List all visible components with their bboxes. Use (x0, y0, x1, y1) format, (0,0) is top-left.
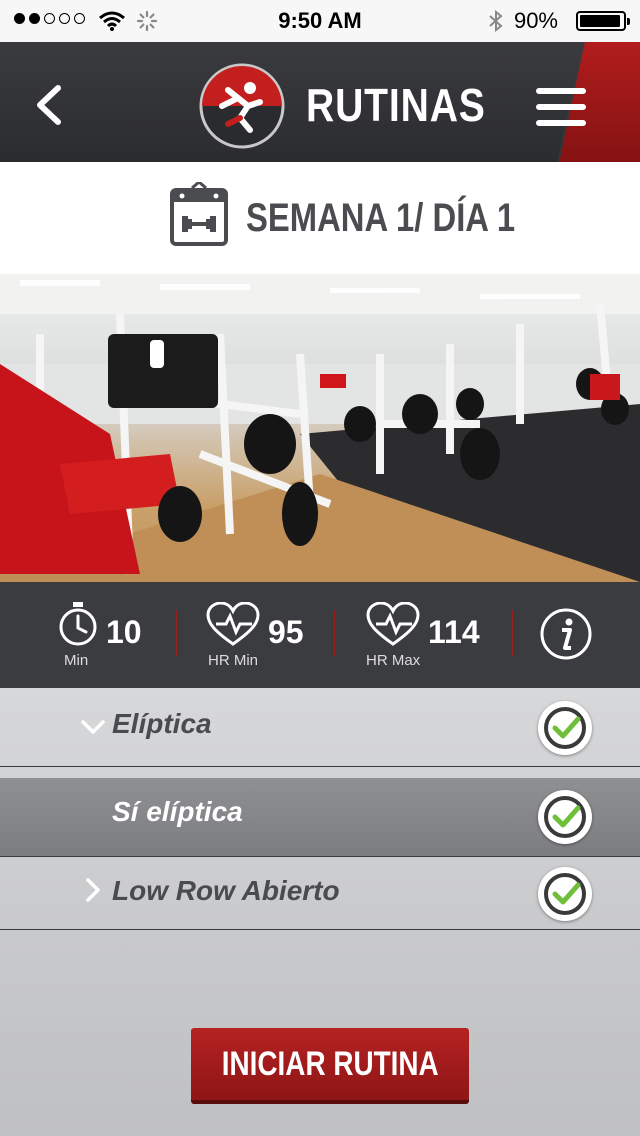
page-title: RUTINAS (306, 79, 486, 131)
chevron-down-icon[interactable] (80, 714, 106, 740)
exercise-label: Elíptica (112, 708, 212, 739)
heart-rate-icon (206, 602, 260, 646)
start-routine-button[interactable]: INICIAR RUTINA (191, 1028, 469, 1100)
list-item[interactable]: Elíptica (0, 688, 640, 767)
stats-bar: 10 Min 95 HR Min 114 HR Max (0, 582, 640, 688)
hr-max-value: 114 (428, 614, 480, 650)
stopwatch-icon (59, 602, 97, 646)
bluetooth-icon (489, 9, 503, 33)
chevron-right-icon[interactable] (80, 877, 106, 903)
exercise-label: Sí elíptica (112, 796, 243, 827)
duration-label: Min (64, 652, 89, 669)
status-bar: 9:50 AM 90% (0, 0, 640, 42)
info-icon[interactable] (540, 608, 592, 660)
week-day-label: SEMANA 1/ DÍA 1 (246, 196, 516, 240)
check-icon[interactable] (538, 867, 592, 921)
check-icon[interactable] (538, 790, 592, 844)
start-routine-label: INICIAR RUTINA (221, 1044, 439, 1083)
back-button[interactable] (30, 82, 70, 128)
heart-rate-icon (366, 602, 420, 646)
battery-icon (576, 11, 630, 31)
hr-max-label: HR Max (366, 652, 421, 669)
hr-min-label: HR Min (208, 652, 259, 669)
runner-logo-icon (199, 63, 285, 149)
gym-photo (0, 274, 640, 582)
hamburger-menu-icon[interactable] (536, 88, 586, 126)
check-icon[interactable] (538, 701, 592, 755)
list-item[interactable]: Sí elíptica (0, 778, 640, 857)
exercise-label: Low Row Abierto (112, 875, 340, 906)
hr-min-value: 95 (268, 614, 304, 650)
calendar-dumbbell-icon (170, 182, 228, 246)
list-item[interactable]: Low Row Abierto (0, 857, 640, 930)
duration-value: 10 (106, 614, 142, 650)
app-header: RUTINAS (0, 42, 640, 162)
battery-percent: 90% (513, 8, 558, 33)
